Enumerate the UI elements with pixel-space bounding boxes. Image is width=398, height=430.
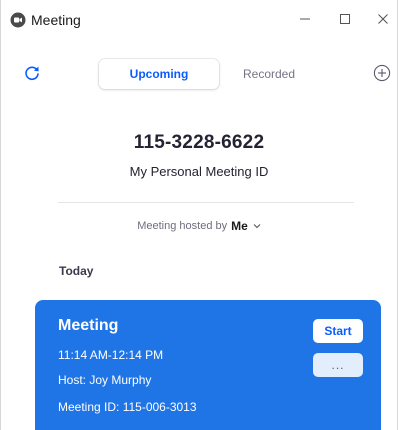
minimize-button[interactable] (283, 0, 327, 38)
close-icon (378, 14, 388, 24)
meeting-card-time: 11:14 AM-12:14 PM (58, 348, 164, 362)
title-bar: Meeting (1, 0, 397, 38)
divider (58, 202, 354, 203)
more-options-button[interactable]: ... (313, 353, 363, 377)
add-circle-icon[interactable] (373, 64, 391, 82)
tab-recorded-label: Recorded (242, 67, 296, 81)
tab-upcoming-label: Upcoming (129, 67, 189, 81)
meeting-window: Meeting Upcoming Recorded 115-3228-6622 … (0, 0, 398, 430)
hosted-by-filter[interactable]: Meeting hosted by Me (1, 219, 397, 233)
window-title: Meeting (31, 12, 81, 28)
hosted-by-value: Me (231, 219, 248, 233)
meeting-card-title: Meeting (58, 317, 119, 334)
start-button[interactable]: Start (313, 319, 363, 343)
personal-meeting-id-label: My Personal Meeting ID (129, 164, 269, 179)
personal-meeting-id[interactable]: 115-3228-6622 (1, 132, 397, 154)
hosted-by-label: Meeting hosted by (137, 220, 228, 232)
tab-upcoming[interactable]: Upcoming (99, 59, 219, 89)
chevron-down-icon (253, 224, 261, 229)
section-heading-today: Today (59, 264, 94, 278)
meeting-card-id: Meeting ID: 115-006-3013 (58, 400, 197, 414)
refresh-icon[interactable] (23, 64, 41, 82)
meeting-tabs: Upcoming Recorded (99, 59, 319, 89)
minimize-icon (300, 18, 310, 20)
maximize-icon (340, 14, 350, 24)
close-button[interactable] (361, 0, 397, 38)
meeting-card[interactable]: Meeting 11:14 AM-12:14 PM Host: Joy Murp… (35, 300, 381, 430)
tab-recorded[interactable]: Recorded (219, 59, 319, 89)
zoom-app-icon (10, 12, 26, 28)
meeting-card-host: Host: Joy Murphy (58, 373, 152, 387)
